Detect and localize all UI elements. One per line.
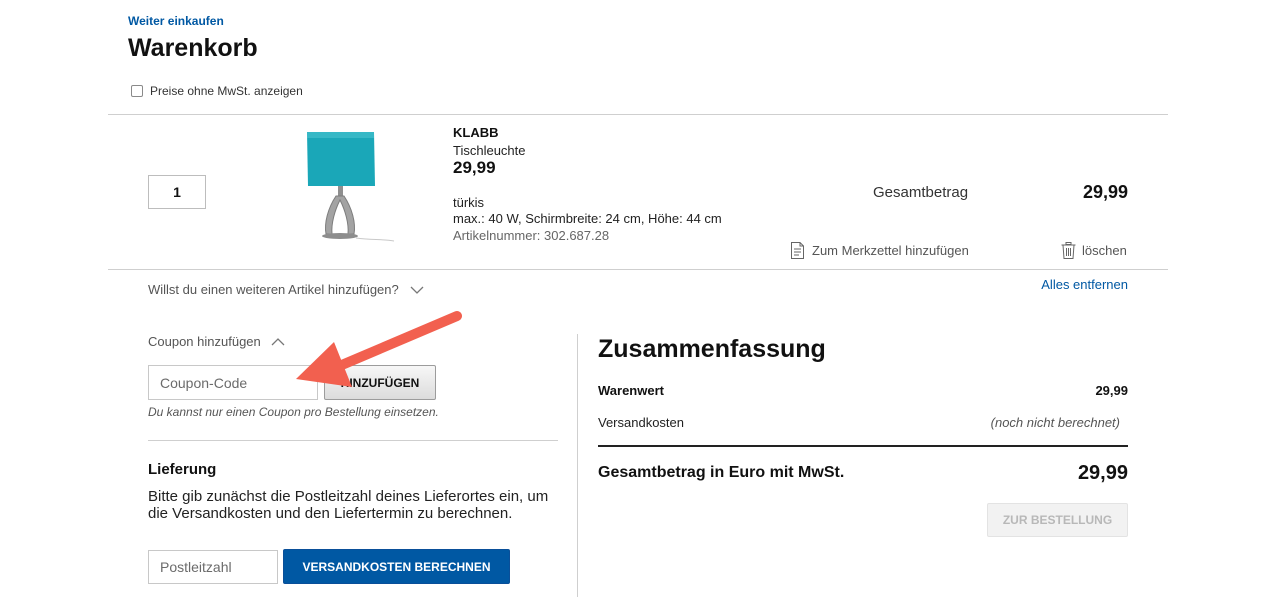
item-total-label: Gesamtbetrag [873, 184, 969, 201]
cart-bottom-divider [108, 269, 1168, 270]
product-type: Tischleuchte [453, 143, 526, 158]
zip-code-input[interactable] [148, 550, 278, 584]
vat-toggle-row[interactable]: Preise ohne MwSt. anzeigen [131, 84, 303, 98]
item-total-value: 29,99 [1082, 182, 1128, 202]
goods-value-amount: 29,99 [1095, 383, 1128, 398]
summary-title: Zusammenfassung [598, 335, 826, 363]
coupon-divider [148, 440, 558, 441]
chevron-down-icon [410, 286, 424, 294]
quantity-input[interactable]: 1 [148, 175, 206, 209]
add-coupon-button[interactable]: HINZUFÜGEN [324, 365, 436, 400]
delete-label: löschen [1082, 243, 1127, 258]
delete-item-button[interactable]: löschen [1061, 242, 1127, 259]
product-specs: max.: 40 W, Schirmbreite: 24 cm, Höhe: 4… [453, 211, 722, 226]
goods-value-label: Warenwert [598, 383, 664, 398]
add-more-label: Willst du einen weiteren Artikel hinzufü… [148, 282, 399, 297]
vat-checkbox[interactable] [131, 85, 143, 97]
coupon-note: Du kannst nur einen Coupon pro Bestellun… [148, 405, 439, 419]
coupon-toggle-label: Coupon hinzufügen [148, 334, 261, 349]
add-to-wishlist-button[interactable]: Zum Merkzettel hinzufügen [790, 242, 969, 259]
checkout-button[interactable]: ZUR BESTELLUNG [987, 503, 1128, 537]
product-price: 29,99 [453, 158, 496, 177]
page-title: Warenkorb [128, 34, 258, 62]
product-color: türkis [453, 195, 485, 210]
chevron-up-icon [271, 337, 285, 345]
add-more-toggle[interactable]: Willst du einen weiteren Artikel hinzufü… [148, 282, 424, 297]
continue-shopping-link[interactable]: Weiter einkaufen [128, 14, 224, 28]
calculate-shipping-button[interactable]: VERSANDKOSTEN BERECHNEN [283, 549, 510, 584]
table-lamp-image[interactable] [298, 128, 398, 244]
coupon-toggle[interactable]: Coupon hinzufügen [148, 334, 285, 349]
wishlist-label: Zum Merkzettel hinzufügen [812, 243, 969, 258]
grand-total-label: Gesamtbetrag in Euro mit MwSt. [598, 464, 845, 481]
product-article-number: Artikelnummer: 302.687.28 [453, 228, 610, 243]
summary-divider [598, 445, 1128, 447]
wishlist-icon [791, 242, 804, 259]
delivery-text: Bitte gib zunächst die Postleitzahl dein… [148, 488, 549, 522]
shipping-cost-label: Versandkosten [598, 415, 685, 430]
product-name[interactable]: KLABB [453, 125, 499, 140]
vat-toggle-label: Preise ohne MwSt. anzeigen [150, 84, 303, 98]
delivery-title: Lieferung [148, 461, 217, 478]
shipping-cost-value: (noch nicht berechnet) [990, 415, 1120, 430]
trash-icon [1061, 242, 1076, 259]
remove-all-link[interactable]: Alles entfernen [1041, 277, 1128, 292]
column-divider [577, 334, 578, 597]
grand-total-value: 29,99 [1077, 462, 1128, 484]
cart-top-divider [108, 114, 1168, 115]
coupon-code-input[interactable] [148, 365, 318, 400]
